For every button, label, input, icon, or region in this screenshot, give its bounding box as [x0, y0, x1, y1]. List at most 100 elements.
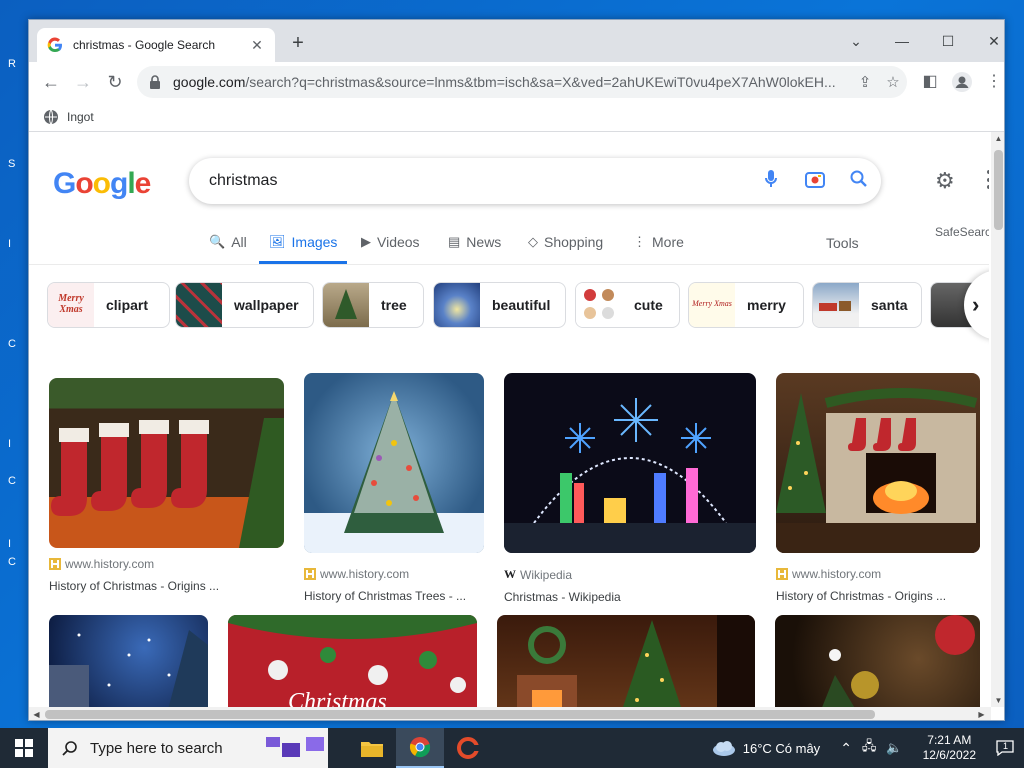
ccleaner-icon [457, 737, 479, 759]
chip-santa[interactable]: santa [812, 282, 922, 328]
search-icon: 🔍 [209, 234, 226, 249]
tab-videos[interactable]: ▶ Videos [361, 228, 420, 264]
cloud-icon[interactable] [711, 739, 737, 757]
chip-wallpaper[interactable]: wallpaper [175, 282, 314, 328]
windows-taskbar: Type here to search 16°C Có mây ⌃ 🖧 🔈 7:… [0, 728, 1024, 768]
chrome-menu-icon[interactable]: ⋮ [982, 70, 1004, 94]
result-source[interactable]: www.history.com [49, 557, 284, 571]
lock-icon[interactable] [149, 75, 161, 89]
scroll-right-icon[interactable]: ▶ [974, 707, 989, 720]
speaker-icon[interactable]: 🔈 [886, 740, 902, 756]
url-text[interactable]: google.com/search?q=christmas&source=lnm… [173, 74, 851, 90]
result-image[interactable] [776, 373, 980, 553]
image-result[interactable] [49, 615, 208, 707]
notification-center-button[interactable]: 1 [988, 728, 1024, 768]
bookmark-star-icon[interactable]: ☆ [879, 73, 907, 91]
tab-title: christmas - Google Search [73, 38, 216, 52]
chip-beautiful[interactable]: beautiful [433, 282, 566, 328]
chip-thumbnail [323, 283, 369, 327]
back-arrow-icon[interactable]: ← [39, 70, 63, 94]
minimize-button[interactable]: — [879, 26, 925, 56]
image-result[interactable]: www.history.com History of Christmas - O… [49, 378, 284, 593]
browser-tab[interactable]: christmas - Google Search ✕ [37, 28, 275, 62]
chip-clipart[interactable]: Merry Xmas clipart [47, 282, 170, 328]
scrollbar-thumb[interactable] [994, 150, 1003, 230]
result-image[interactable] [49, 378, 284, 548]
tab-all[interactable]: 🔍 All [209, 228, 247, 264]
result-image[interactable] [504, 373, 756, 553]
result-caption[interactable]: History of Christmas Trees - ... [304, 589, 484, 603]
scroll-up-icon[interactable]: ▲ [991, 134, 1004, 143]
tab-search-button[interactable]: ⌄ [833, 26, 879, 56]
google-apps-icon[interactable] [987, 170, 989, 190]
bookmark-item[interactable]: Ingot [43, 109, 94, 125]
tab-images[interactable]: 🖼 Images [259, 228, 348, 264]
search-query[interactable]: christmas [209, 172, 749, 190]
chevron-right-icon[interactable]: › [964, 270, 989, 340]
tab-close-icon[interactable]: ✕ [249, 37, 265, 54]
image-result[interactable] [497, 615, 755, 707]
image-result[interactable]: www.history.com History of Christmas - O… [776, 373, 980, 603]
vertical-scrollbar[interactable]: ▲ ▼ [991, 132, 1004, 707]
weather-text[interactable]: 16°C Có mây [743, 741, 820, 756]
desktop-icon-label: S [8, 158, 16, 170]
result-source[interactable]: www.history.com [776, 567, 980, 581]
image-result[interactable]: W Wikipedia Christmas - Wikipedia [504, 373, 756, 604]
tab-news[interactable]: ▤ News [448, 228, 501, 264]
search-input[interactable]: christmas [189, 158, 881, 204]
chrome-taskbar-button[interactable] [396, 728, 444, 768]
taskbar-search-box[interactable]: Type here to search [48, 728, 328, 768]
chip-thumbnail: Merry Xmas [48, 283, 94, 327]
bookmarks-bar: Ingot [29, 102, 1004, 132]
result-source[interactable]: www.history.com [304, 567, 484, 581]
chip-merry[interactable]: Merry Xmas merry [688, 282, 804, 328]
tools-button[interactable]: Tools [826, 235, 859, 251]
chip-tree[interactable]: tree [322, 282, 424, 328]
scroll-left-icon[interactable]: ◀ [29, 707, 44, 720]
gear-icon[interactable]: ⚙ [935, 168, 955, 194]
microphone-icon[interactable] [749, 169, 793, 194]
result-caption[interactable]: History of Christmas - Origins ... [776, 589, 980, 603]
result-image[interactable] [304, 373, 484, 553]
image-result[interactable]: Christmas [228, 615, 477, 707]
image-result[interactable] [775, 615, 980, 707]
clock[interactable]: 7:21 AM 12/6/2022 [923, 733, 976, 763]
maximize-button[interactable]: ☐ [925, 26, 971, 56]
chip-thumbnail [434, 283, 480, 327]
new-tab-button[interactable]: + [287, 32, 309, 54]
share-icon[interactable]: ⇪ [851, 73, 879, 91]
address-bar[interactable]: google.com/search?q=christmas&source=lnm… [137, 66, 907, 98]
network-icon[interactable]: 🖧 [862, 737, 877, 759]
scroll-down-icon[interactable]: ▼ [991, 696, 1004, 705]
horizontal-scrollbar[interactable]: ◀ ▶ [29, 707, 991, 720]
chip-label: clipart [106, 297, 149, 313]
chip-cute[interactable]: cute [575, 282, 680, 328]
search-highlights-icon[interactable] [258, 733, 328, 763]
desktop-icon-label: I [8, 438, 12, 450]
file-explorer-button[interactable] [348, 728, 396, 768]
tab-shopping[interactable]: ◇ Shopping [528, 228, 603, 264]
camera-lens-icon[interactable] [793, 170, 837, 193]
result-image[interactable]: Christmas [228, 615, 477, 707]
chevron-up-icon[interactable]: ⌃ [840, 740, 852, 757]
profile-avatar-icon[interactable] [950, 70, 974, 94]
result-caption[interactable]: Christmas - Wikipedia [504, 590, 756, 604]
tab-more[interactable]: ⋮ More [633, 228, 684, 264]
google-logo[interactable]: Google [53, 167, 151, 201]
result-source[interactable]: W Wikipedia [504, 567, 756, 582]
forward-arrow-icon[interactable]: → [71, 70, 95, 94]
result-image[interactable] [775, 615, 980, 707]
close-window-button[interactable]: ✕ [971, 26, 1004, 56]
chrome-icon [409, 737, 431, 758]
ccleaner-taskbar-button[interactable] [444, 728, 492, 768]
result-caption[interactable]: History of Christmas - Origins ... [49, 579, 284, 593]
result-image[interactable] [49, 615, 208, 707]
side-panel-icon[interactable]: ◧ [918, 70, 942, 94]
merry-christmas-artwork-text: Christmas [288, 689, 387, 707]
image-result[interactable]: www.history.com History of Christmas Tre… [304, 373, 484, 603]
start-button[interactable] [0, 728, 48, 768]
search-icon[interactable] [837, 170, 881, 193]
reload-icon[interactable]: ↻ [103, 70, 127, 94]
result-image[interactable] [497, 615, 755, 707]
scrollbar-thumb[interactable] [45, 710, 875, 719]
